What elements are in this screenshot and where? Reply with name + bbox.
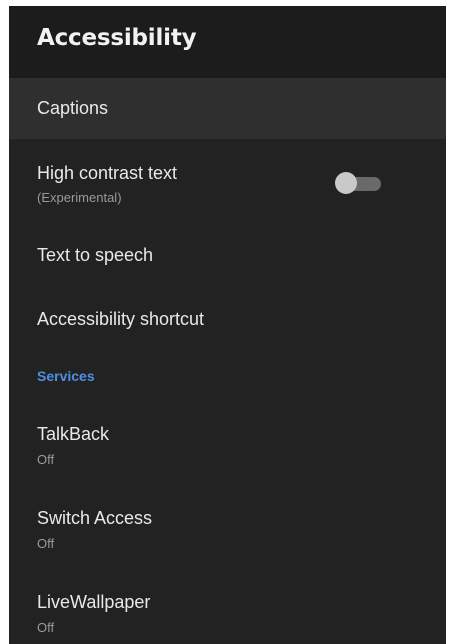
captions-item[interactable]: Captions (9, 78, 446, 139)
high-contrast-text-subtitle: (Experimental) (37, 190, 122, 205)
accessibility-shortcut-item[interactable]: Accessibility shortcut (9, 281, 446, 345)
talkback-title: TalkBack (37, 424, 110, 444)
services-section: Services (9, 345, 446, 395)
high-contrast-text-item[interactable]: High contrast text (Experimental) (9, 139, 446, 217)
switch-access-status: Off (37, 536, 55, 551)
livewallpaper-status: Off (37, 620, 55, 635)
services-section-header: Services (37, 368, 95, 384)
text-to-speech-title: Text to speech (37, 245, 154, 265)
app-bar: Accessibility (9, 6, 446, 78)
text-to-speech-item[interactable]: Text to speech (9, 217, 446, 281)
page-title: Accessibility (37, 25, 197, 51)
switch-access-title: Switch Access (37, 508, 153, 528)
talkback-item[interactable]: TalkBack Off (9, 395, 446, 479)
high-contrast-text-toggle[interactable] (335, 171, 383, 195)
toggle-thumb (335, 172, 357, 194)
switch-access-item[interactable]: Switch Access Off (9, 479, 446, 563)
captions-title: Captions (37, 98, 109, 118)
talkback-status: Off (37, 452, 55, 467)
livewallpaper-item[interactable]: LiveWallpaper Off (9, 563, 446, 644)
livewallpaper-title: LiveWallpaper (37, 592, 151, 612)
accessibility-screen: Accessibility Captions High contrast tex… (9, 6, 446, 644)
high-contrast-text-title: High contrast text (37, 163, 178, 183)
accessibility-shortcut-title: Accessibility shortcut (37, 309, 205, 329)
